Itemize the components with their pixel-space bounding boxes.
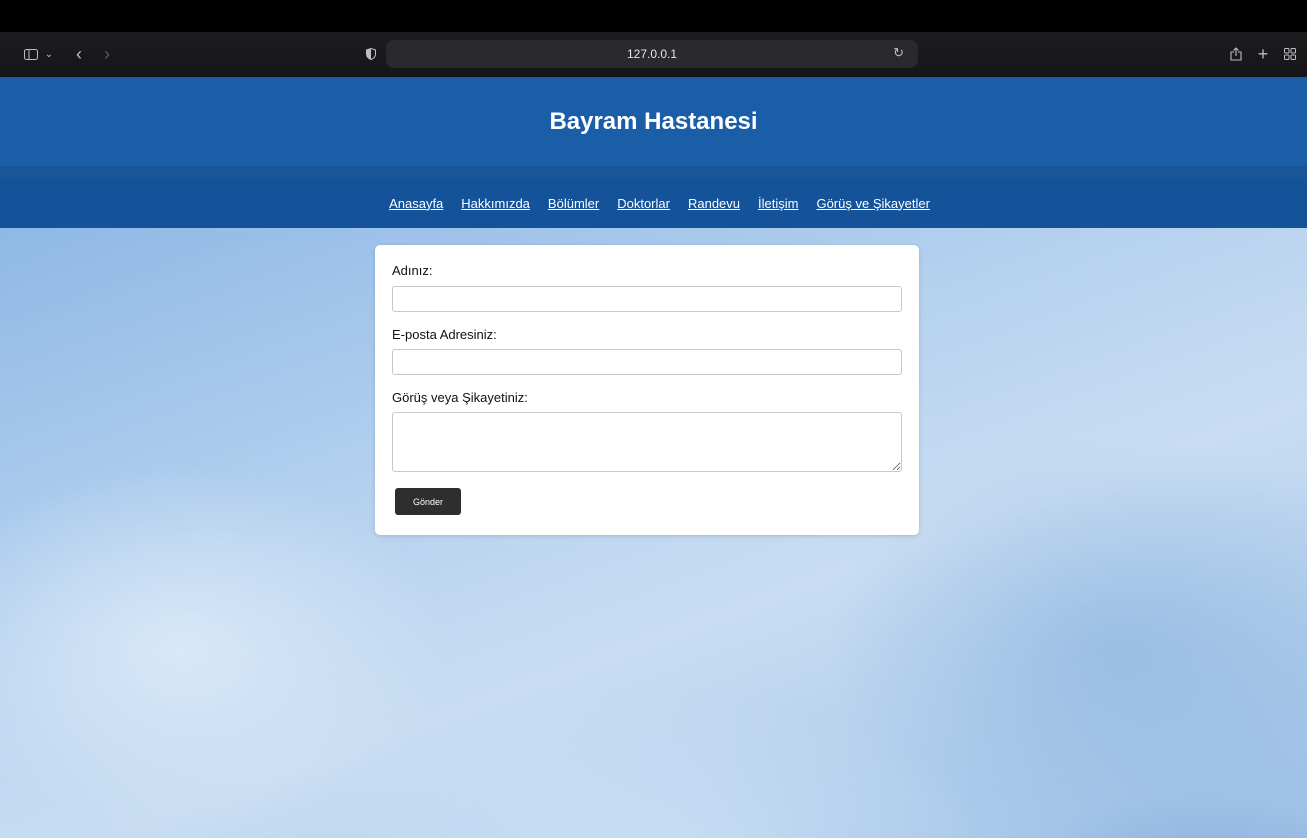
nav-link-iletisim[interactable]: İletişim (758, 196, 798, 211)
message-label: Görüş veya Şikayetiniz: (392, 390, 528, 405)
forward-arrow-icon[interactable]: › (100, 44, 114, 64)
feedback-form: Adınız: E-posta Adresiniz: Görüş veya Şi… (375, 245, 919, 535)
nav-link-anasayfa[interactable]: Anasayfa (389, 196, 443, 211)
sidebar-icon[interactable] (22, 44, 40, 64)
message-textarea[interactable] (392, 412, 902, 472)
reload-icon[interactable]: ↻ (893, 45, 904, 61)
email-input[interactable] (392, 349, 902, 375)
top-black-bar (0, 0, 1307, 32)
privacy-shield-icon[interactable] (364, 44, 378, 64)
site-title: Bayram Hastanesi (549, 108, 758, 135)
submit-button[interactable]: Gönder (395, 488, 461, 515)
email-label: E-posta Adresiniz: (392, 327, 497, 342)
header-divider (0, 166, 1307, 178)
back-arrow-icon[interactable]: ‹ (72, 44, 86, 64)
address-bar[interactable]: 127.0.0.1 ↻ (386, 40, 918, 68)
nav-link-gorus-sikayetler[interactable]: Görüş ve Şikayetler (816, 196, 929, 211)
nav-link-doktorlar[interactable]: Doktorlar (617, 196, 670, 211)
name-label: Adınız: (392, 263, 433, 278)
site-header: Bayram Hastanesi (0, 77, 1307, 169)
plus-icon[interactable]: + (1255, 44, 1271, 64)
main-nav: Anasayfa Hakkımızda Bölümler Doktorlar R… (0, 178, 1307, 228)
url-text: 127.0.0.1 (626, 47, 678, 61)
nav-link-bolumler[interactable]: Bölümler (548, 196, 599, 211)
share-icon[interactable] (1228, 44, 1244, 64)
chevron-down-icon[interactable]: ⌄ (44, 44, 54, 64)
tab-grid-icon[interactable] (1282, 44, 1298, 64)
nav-link-randevu[interactable]: Randevu (688, 196, 740, 211)
nav-link-hakkimizda[interactable]: Hakkımızda (461, 196, 530, 211)
name-input[interactable] (392, 286, 902, 312)
